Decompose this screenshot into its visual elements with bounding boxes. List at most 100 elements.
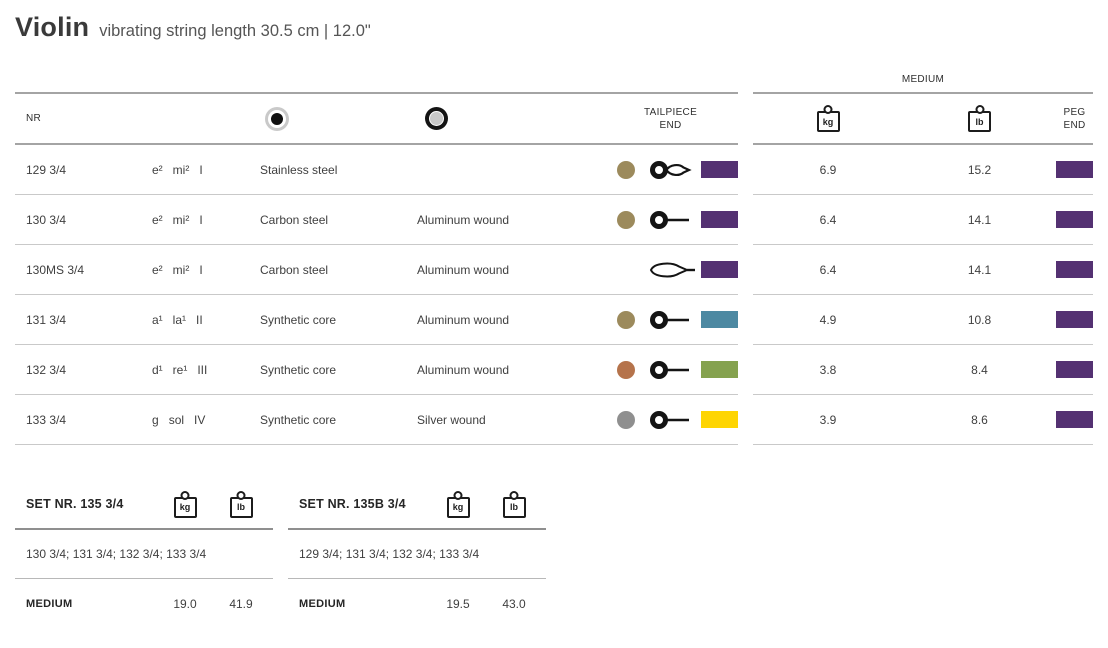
set-lb-value: 41.9 bbox=[213, 597, 269, 611]
string-core: Stainless steel bbox=[260, 163, 417, 177]
lb-weight-icon: lb bbox=[503, 497, 526, 518]
nr-column-header: NR bbox=[26, 113, 152, 124]
string-core: Carbon steel bbox=[260, 263, 417, 277]
string-notes: e²mi²I bbox=[152, 213, 260, 227]
kg-weight-icon: kg bbox=[817, 111, 840, 132]
tension-kg: 3.8 bbox=[753, 363, 903, 377]
string-core: Synthetic core bbox=[260, 363, 417, 377]
string-core: Synthetic core bbox=[260, 313, 417, 327]
tension-kg: 6.4 bbox=[753, 263, 903, 277]
page-header: Violin vibrating string length 30.5 cm |… bbox=[15, 12, 371, 43]
set-gauge-label: MEDIUM bbox=[299, 598, 430, 610]
tension-kg: 6.4 bbox=[753, 213, 903, 227]
ball-end-icon bbox=[649, 360, 695, 380]
tension-lb: 14.1 bbox=[903, 213, 1056, 227]
peg-color-bar bbox=[1056, 261, 1093, 278]
string-row: 130MS 3/4 e²mi²I Carbon steel Aluminum w… bbox=[15, 245, 738, 295]
string-row: 131 3/4 a¹la¹II Synthetic core Aluminum … bbox=[15, 295, 738, 345]
string-winding: Aluminum wound bbox=[417, 313, 603, 327]
gauge-color-dot bbox=[617, 161, 635, 179]
lb-weight-icon: lb bbox=[968, 111, 991, 132]
ball-end-icon bbox=[649, 210, 695, 230]
gauge-color-dot bbox=[617, 311, 635, 329]
set-box: SET NR. 135 3/4 kg lb 130 3/4; 131 3/4; … bbox=[15, 480, 273, 629]
peg-end-column-header: PEG END bbox=[1063, 106, 1085, 132]
strings-table: NR TAILPIECE END 129 3/4 e²mi²I Stainles… bbox=[15, 92, 738, 445]
string-row: 133 3/4 gsolIV Synthetic core Silver wou… bbox=[15, 395, 738, 445]
loop-end-icon bbox=[649, 260, 695, 280]
tension-header-row: kg lb PEG END bbox=[753, 92, 1093, 145]
set-strings-list: 129 3/4; 131 3/4; 132 3/4; 133 3/4 bbox=[288, 530, 546, 579]
tension-lb: 8.6 bbox=[903, 413, 1056, 427]
gauge-color-dot bbox=[617, 361, 635, 379]
core-cross-section-icon bbox=[271, 113, 283, 125]
string-core: Carbon steel bbox=[260, 213, 417, 227]
tailpiece-color-bar bbox=[701, 161, 738, 178]
catalog-page: Violin vibrating string length 30.5 cm |… bbox=[0, 0, 1108, 648]
string-nr: 129 3/4 bbox=[26, 163, 152, 177]
ball-loop-end-icon bbox=[649, 160, 695, 180]
set-lb-value: 43.0 bbox=[486, 597, 542, 611]
tailpiece-color-bar bbox=[701, 211, 738, 228]
set-title: SET NR. 135B 3/4 bbox=[299, 497, 430, 511]
kg-weight-icon: kg bbox=[447, 497, 470, 518]
page-title: Violin bbox=[15, 12, 89, 43]
tension-lb: 8.4 bbox=[903, 363, 1056, 377]
ball-end-icon bbox=[649, 410, 695, 430]
set-kg-value: 19.0 bbox=[157, 597, 213, 611]
set-kg-value: 19.5 bbox=[430, 597, 486, 611]
string-nr: 131 3/4 bbox=[26, 313, 152, 327]
set-gauge-label: MEDIUM bbox=[26, 598, 157, 610]
tailpiece-color-bar bbox=[701, 361, 738, 378]
string-notes: e²mi²I bbox=[152, 263, 260, 277]
set-strings-list: 130 3/4; 131 3/4; 132 3/4; 133 3/4 bbox=[15, 530, 273, 579]
tension-kg: 3.9 bbox=[753, 413, 903, 427]
tension-row: 6.4 14.1 bbox=[753, 195, 1093, 245]
string-notes: a¹la¹II bbox=[152, 313, 260, 327]
kg-weight-icon: kg bbox=[174, 497, 197, 518]
tailpiece-color-bar bbox=[701, 261, 738, 278]
peg-color-bar bbox=[1056, 411, 1093, 428]
tension-row: 6.4 14.1 bbox=[753, 245, 1093, 295]
tension-lb: 15.2 bbox=[903, 163, 1056, 177]
tension-lb: 14.1 bbox=[903, 263, 1056, 277]
string-notes: d¹re¹III bbox=[152, 363, 260, 377]
tailpiece-color-bar bbox=[701, 311, 738, 328]
tension-row: 4.9 10.8 bbox=[753, 295, 1093, 345]
tension-kg: 4.9 bbox=[753, 313, 903, 327]
string-nr: 130 3/4 bbox=[26, 213, 152, 227]
tension-lb: 10.8 bbox=[903, 313, 1056, 327]
string-notes: e²mi²I bbox=[152, 163, 260, 177]
string-core: Synthetic core bbox=[260, 413, 417, 427]
peg-color-bar bbox=[1056, 361, 1093, 378]
winding-cross-section-icon bbox=[430, 112, 443, 125]
ball-end-icon bbox=[649, 310, 695, 330]
lb-weight-icon: lb bbox=[230, 497, 253, 518]
string-winding: Aluminum wound bbox=[417, 263, 603, 277]
peg-color-bar bbox=[1056, 211, 1093, 228]
gauge-color-dot bbox=[617, 211, 635, 229]
tension-row: 3.9 8.6 bbox=[753, 395, 1093, 445]
tailpiece-end-column-header: TAILPIECE END bbox=[644, 106, 697, 132]
string-nr: 130MS 3/4 bbox=[26, 263, 152, 277]
gauge-color-dot bbox=[617, 411, 635, 429]
tension-row: 3.8 8.4 bbox=[753, 345, 1093, 395]
string-winding: Silver wound bbox=[417, 413, 603, 427]
set-title: SET NR. 135 3/4 bbox=[26, 497, 157, 511]
string-row: 132 3/4 d¹re¹III Synthetic core Aluminum… bbox=[15, 345, 738, 395]
string-row: 130 3/4 e²mi²I Carbon steel Aluminum wou… bbox=[15, 195, 738, 245]
set-box: SET NR. 135B 3/4 kg lb 129 3/4; 131 3/4;… bbox=[288, 480, 546, 629]
string-winding: Aluminum wound bbox=[417, 363, 603, 377]
string-nr: 132 3/4 bbox=[26, 363, 152, 377]
table-header-row: NR TAILPIECE END bbox=[15, 92, 738, 145]
string-nr: 133 3/4 bbox=[26, 413, 152, 427]
peg-color-bar bbox=[1056, 311, 1093, 328]
tailpiece-color-bar bbox=[701, 411, 738, 428]
tension-kg: 6.9 bbox=[753, 163, 903, 177]
tension-row: 6.9 15.2 bbox=[753, 145, 1093, 195]
peg-color-bar bbox=[1056, 161, 1093, 178]
page-subtitle: vibrating string length 30.5 cm | 12.0" bbox=[99, 22, 371, 41]
string-row: 129 3/4 e²mi²I Stainless steel bbox=[15, 145, 738, 195]
string-notes: gsolIV bbox=[152, 413, 260, 427]
tension-panel: MEDIUM kg lb PEG END 6.9 15.2 6.4 14.1 bbox=[753, 74, 1093, 445]
